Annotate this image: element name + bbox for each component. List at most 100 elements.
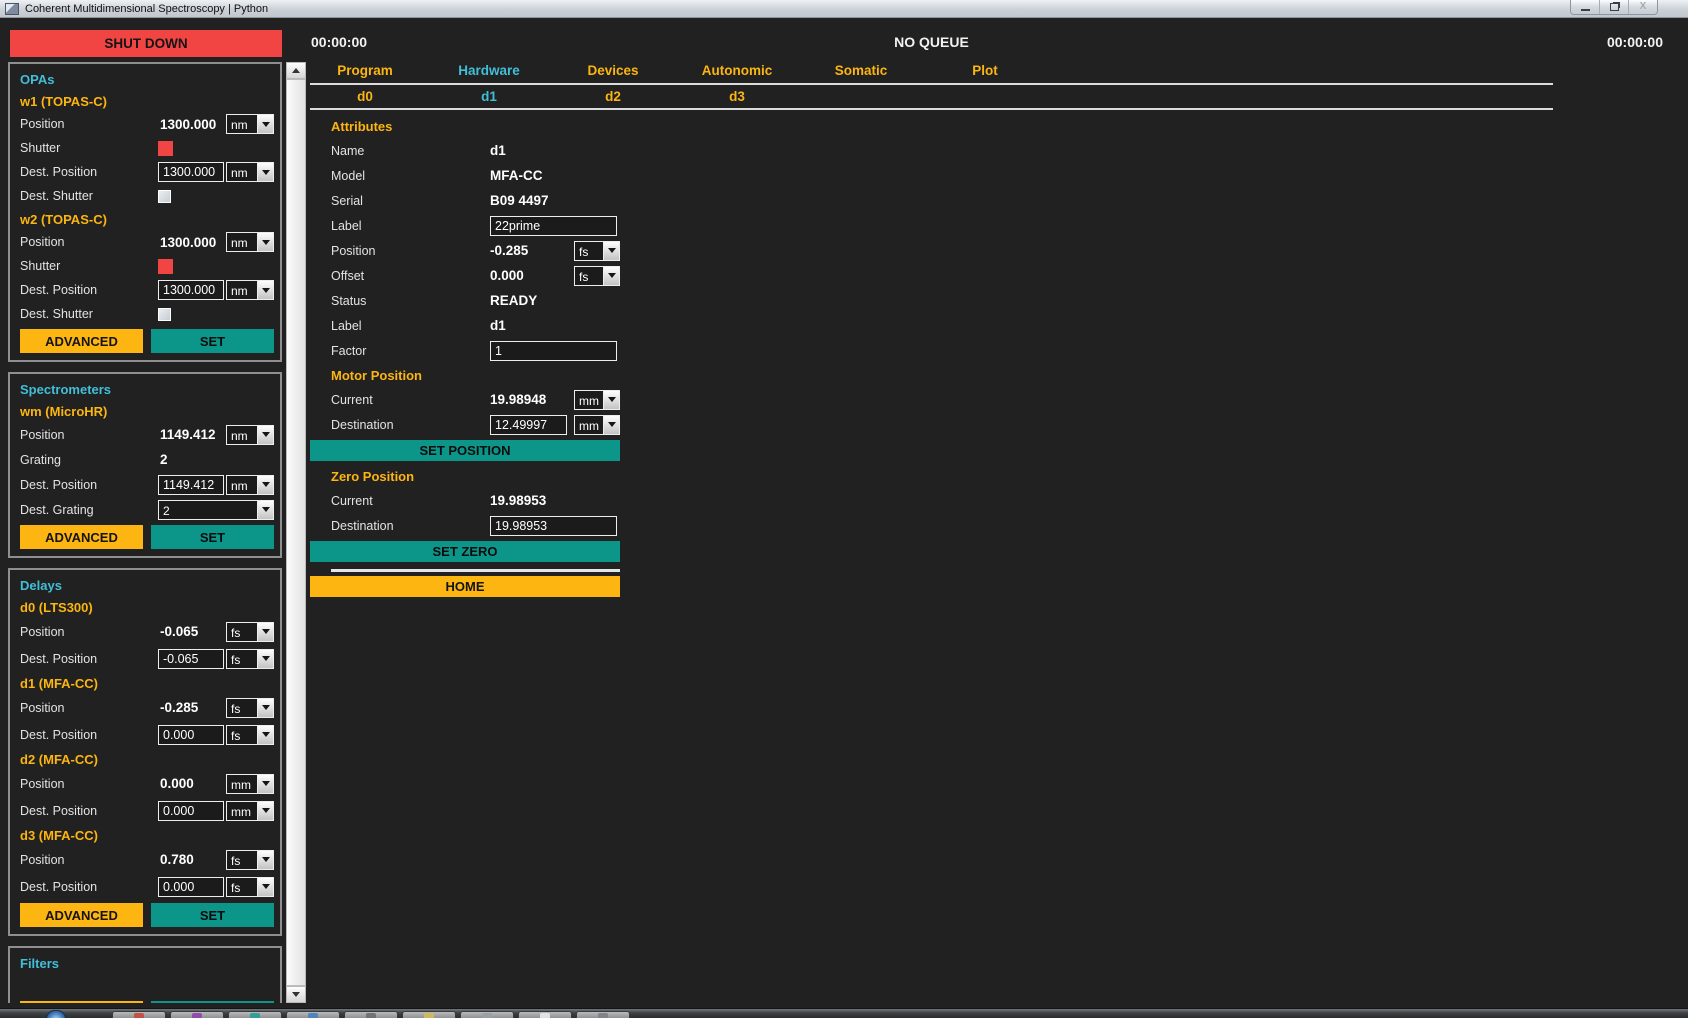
opas-advanced-button[interactable]: ADVANCED [20,329,143,353]
taskbar[interactable] [0,1008,1688,1018]
tab-devices[interactable]: Devices [551,60,675,82]
tab-somatic[interactable]: Somatic [799,60,923,82]
d3-position-unit-select[interactable]: fs [226,850,274,870]
motor-destination-row: Destination mm [310,412,620,437]
factor-input[interactable] [490,341,617,361]
current-label: Current [331,494,490,508]
dropdown-arrow-icon [603,242,619,260]
shutter-label: Shutter [20,141,158,155]
d1-position-unit-select[interactable]: fs [226,698,274,718]
d1-dest-position-input[interactable] [158,725,224,745]
taskbar-button-4[interactable] [286,1011,340,1018]
position-label: Position [20,853,158,867]
main-tab-bar: Program Hardware Devices Autonomic Somat… [303,60,1047,82]
serial-row: Serial B09 4497 [310,188,620,213]
shutdown-button[interactable]: SHUT DOWN [10,30,282,57]
wm-dest-grating-select[interactable]: 2 [158,500,274,520]
d1-dest-position-row: Dest. Position fs [20,721,274,748]
dest-shutter-label: Dest. Shutter [20,307,158,321]
minimize-button[interactable] [1571,0,1600,14]
position-unit-select[interactable]: fs [574,241,620,261]
set-position-button[interactable]: SET POSITION [310,440,620,461]
tab-d1[interactable]: d1 [427,86,551,107]
restore-button[interactable] [1600,0,1629,14]
taskbar-button-3[interactable] [228,1011,282,1018]
wm-dest-position-unit-select[interactable]: nm [226,475,274,495]
w2-dest-shutter-checkbox[interactable] [158,308,171,321]
zero-destination-input[interactable] [490,516,617,536]
tab-d0[interactable]: d0 [303,86,427,107]
tab-program[interactable]: Program [303,60,427,82]
taskbar-button-5[interactable] [344,1011,398,1018]
d1-position-value: -0.285 [160,700,198,715]
set-zero-button[interactable]: SET ZERO [310,541,620,562]
motor-current-row: Current 19.98948 mm [310,387,620,412]
tab-d2[interactable]: d2 [551,86,675,107]
taskbar-button-7[interactable] [460,1011,514,1018]
scrollbar-thumb[interactable] [286,79,306,986]
opas-set-button[interactable]: SET [151,329,274,353]
taskbar-button-1[interactable] [112,1011,166,1018]
sidebar-scrollbar[interactable] [286,62,306,1003]
w2-position-unit-select[interactable]: nm [226,232,274,252]
d2-position-unit-select[interactable]: mm [226,774,274,794]
filters-set-button[interactable]: SET [151,1001,274,1003]
motor-destination-input[interactable] [490,415,567,435]
spectrometers-advanced-button[interactable]: ADVANCED [20,525,143,549]
w1-position-unit-select[interactable]: nm [226,114,274,134]
d0-position-unit-select[interactable]: fs [226,622,274,642]
delays-set-button[interactable]: SET [151,903,274,927]
motor-current-unit-select[interactable]: mm [574,390,620,410]
d2-dest-position-unit-select[interactable]: mm [226,801,274,821]
motor-destination-unit-select[interactable]: mm [574,415,620,435]
w2-dest-position-input[interactable] [158,280,224,300]
tab-d3[interactable]: d3 [675,86,799,107]
spectrometers-set-button[interactable]: SET [151,525,274,549]
scroll-down-button[interactable] [286,986,306,1003]
wm-position-unit-select[interactable]: nm [226,425,274,445]
minimize-icon [1581,9,1590,11]
d2-dest-position-input[interactable] [158,801,224,821]
zero-destination-row: Destination [310,513,620,538]
taskbar-button-6[interactable] [402,1011,456,1018]
offset-label: Offset [331,269,490,283]
d3-dest-position-input[interactable] [158,877,224,897]
dropdown-arrow-icon [257,726,273,744]
w1-position-row: Position 1300.000 nm [20,112,274,136]
d0-dest-position-unit-select[interactable]: fs [226,649,274,669]
d1-dest-position-unit-select[interactable]: fs [226,725,274,745]
offset-unit-select[interactable]: fs [574,266,620,286]
scroll-up-button[interactable] [286,62,306,79]
taskbar-button-2[interactable] [170,1011,224,1018]
w1-dest-position-unit-select[interactable]: nm [226,162,274,182]
taskbar-button-9[interactable] [576,1011,630,1018]
d0-dest-position-input[interactable] [158,649,224,669]
tab-autonomic[interactable]: Autonomic [675,60,799,82]
model-value: MFA-CC [490,168,543,183]
app-icon [5,3,19,15]
position-label: Position [20,235,158,249]
zero-current-value: 19.98953 [490,493,546,508]
label-input[interactable] [490,216,617,236]
window-controls: X [1570,0,1658,15]
status-value: READY [490,293,537,308]
d2-title: d2 (MFA-CC) [20,748,274,770]
tab-hardware[interactable]: Hardware [427,60,551,82]
delays-advanced-button[interactable]: ADVANCED [20,903,143,927]
d3-dest-position-unit-select[interactable]: fs [226,877,274,897]
dropdown-arrow-icon [257,163,273,181]
tab-plot[interactable]: Plot [923,60,1047,82]
w2-dest-position-unit-select[interactable]: nm [226,280,274,300]
position-value: -0.285 [490,243,528,258]
home-button[interactable]: HOME [310,576,620,597]
close-button[interactable]: X [1629,0,1657,14]
start-button-icon[interactable] [46,1010,66,1018]
opas-button-row: ADVANCED SET [20,329,274,353]
wm-dest-position-input[interactable] [158,475,224,495]
taskbar-button-8[interactable] [518,1011,572,1018]
w1-dest-shutter-checkbox[interactable] [158,190,171,203]
filters-advanced-button[interactable]: ADVANCED [20,1001,143,1003]
dest-position-label: Dest. Position [20,165,158,179]
w1-dest-position-input[interactable] [158,162,224,182]
dropdown-arrow-icon [257,650,273,668]
